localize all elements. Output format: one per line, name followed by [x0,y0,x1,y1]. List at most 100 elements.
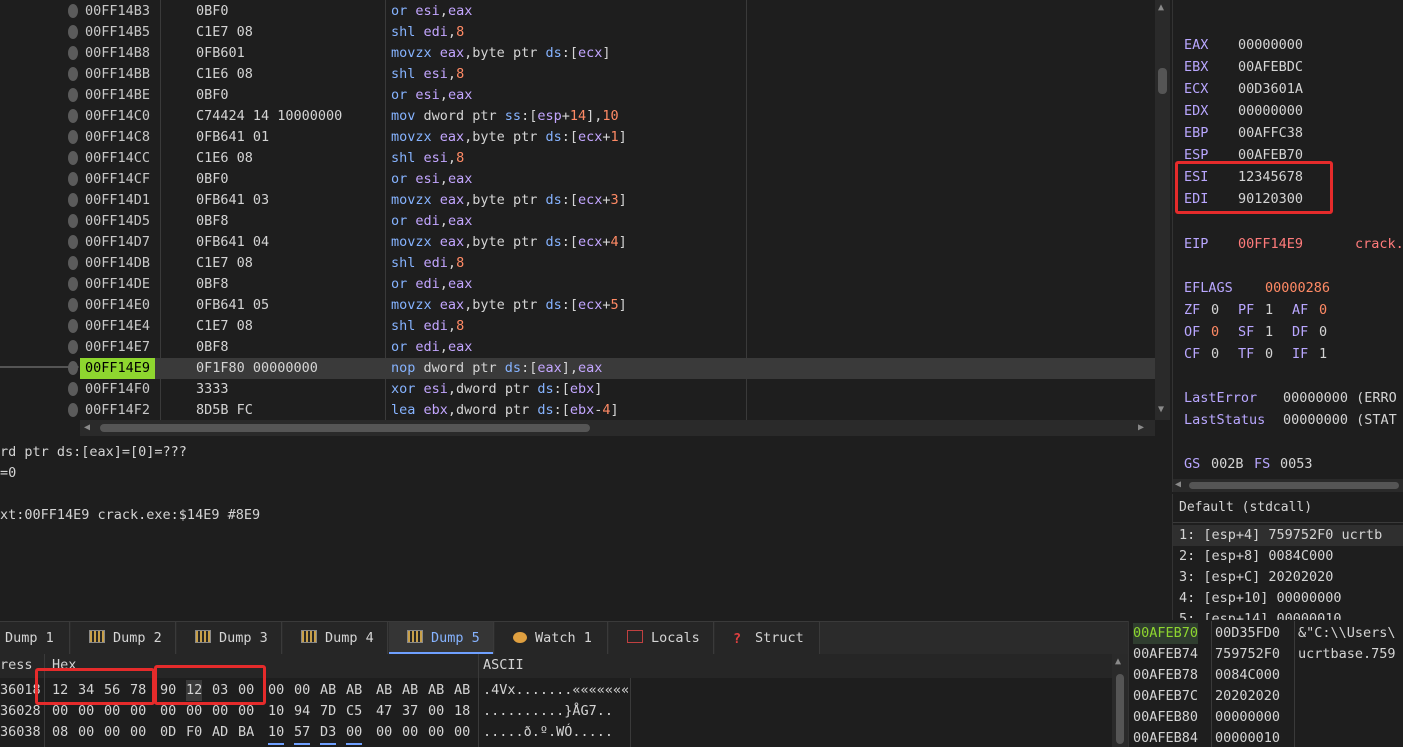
hex-byte[interactable]: AB [428,680,444,701]
register-value-eax[interactable]: 00000000 [1238,37,1303,53]
disasm-row[interactable]: 00FF14B5 C1E7 08 shl edi,8 [80,22,1155,43]
disasm-bytes[interactable]: 0BF8 [196,337,229,358]
hex-byte[interactable]: D3 [320,722,337,745]
hex-byte[interactable]: 10 [268,722,285,745]
stack-row[interactable]: 00AFEB74 759752F0 ucrtbase.759 [1129,644,1403,665]
hex-byte[interactable]: 00 [454,722,470,743]
disasm-address[interactable]: 00FF14CC [85,148,150,169]
disasm-address[interactable]: 00FF14E0 [85,295,150,316]
flag-value-sf[interactable]: 1 [1265,324,1273,340]
disasm-address[interactable]: 00FF14CF [85,169,150,190]
gs-value[interactable]: 002B [1211,456,1244,472]
disasm-address[interactable]: 00FF14C0 [85,106,150,127]
hex-byte[interactable]: 47 [376,701,392,722]
hex-byte[interactable]: 7D [320,701,336,722]
scroll-left-icon[interactable]: ◀ [1175,479,1181,490]
breakpoint-dot-icon[interactable] [68,151,78,165]
flag-value-af[interactable]: 0 [1319,302,1327,318]
disasm-instruction[interactable]: or esi,eax [391,169,472,190]
disasm-address[interactable]: 00FF14E4 [85,316,150,337]
fs-value[interactable]: 0053 [1280,456,1313,472]
disasm-row[interactable]: 00FF14BB C1E6 08 shl esi,8 [80,64,1155,85]
disasm-address[interactable]: 00FF14DB [85,253,150,274]
breakpoint-dot-icon[interactable] [68,382,78,396]
hex-byte[interactable]: 00 [130,722,146,743]
disasm-row[interactable]: 00FF14D7 0FB641 04 movzx eax,byte ptr ds:[… [80,232,1155,253]
hex-byte[interactable]: 00 [294,680,310,701]
stack-row[interactable]: 00AFEB78 0084C000 [1129,665,1403,686]
hex-byte[interactable]: 08 [52,722,68,743]
disasm-instruction[interactable]: movzx eax,byte ptr ds:[ecx] [391,43,611,64]
breakpoint-dot-icon[interactable] [68,235,78,249]
flag-value-cf[interactable]: 0 [1211,346,1219,362]
ascii-text[interactable]: .....ð.º.WÓ..... [483,722,613,743]
laststatus-value[interactable]: 00000000 (STAT [1283,412,1397,428]
lasterror-value[interactable]: 00000000 (ERRO [1283,390,1397,406]
scrollbar-thumb[interactable] [1116,674,1124,744]
disasm-address[interactable]: 00FF14D7 [85,232,150,253]
disasm-address[interactable]: 00FF14C8 [85,127,150,148]
hex-byte[interactable]: 00 [376,722,392,743]
hex-byte[interactable]: 00 [428,701,444,722]
breakpoint-dot-icon[interactable] [68,298,78,312]
hex-byte[interactable]: 00 [428,722,444,743]
disasm-instruction[interactable]: movzx eax,byte ptr ds:[ecx+4] [391,232,627,253]
flag-value-tf[interactable]: 0 [1265,346,1273,362]
hex-byte[interactable]: F0 [186,722,202,743]
hex-byte[interactable]: AD [212,722,228,743]
disasm-bytes[interactable]: 0FB641 03 [196,190,269,211]
disasm-instruction[interactable]: shl esi,8 [391,148,464,169]
disasm-address[interactable]: 00FF14D5 [85,211,150,232]
disasm-address[interactable]: 00FF14DE [85,274,150,295]
register-value-ebp[interactable]: 00AFFC38 [1238,125,1303,141]
disasm-address[interactable]: 00FF14BE [85,85,150,106]
registers-panel[interactable]: EAX 00000000 EBX 00AFEBDC ECX 00D3601A EDX 0000… [1172,0,1403,492]
call-arguments-panel[interactable]: Default (stdcall) 1: [esp+4] 759752F0 uc… [1172,494,1403,620]
disasm-instruction[interactable]: shl esi,8 [391,64,464,85]
call-argument-row[interactable]: 3: [esp+C] 20202020 [1173,567,1403,588]
disasm-row[interactable]: 00FF14CF 0BF0 or esi,eax [80,169,1155,190]
hex-byte[interactable]: 00 [78,722,94,743]
disasm-address[interactable]: 00FF14F0 [85,379,150,400]
disasm-row[interactable]: 00FF14BE 0BF0 or esi,eax [80,85,1155,106]
hex-byte[interactable]: 94 [294,701,310,722]
stack-address[interactable]: 00AFEB84 [1133,728,1198,747]
breakpoint-dot-icon[interactable] [68,172,78,186]
disasm-address[interactable]: 00FF14F2 [85,400,150,420]
register-value-ebx[interactable]: 00AFEBDC [1238,59,1303,75]
scrollbar-thumb[interactable] [100,424,590,432]
hex-byte[interactable]: 10 [268,701,284,722]
scroll-right-icon[interactable]: ▶ [1138,422,1144,433]
hex-byte[interactable]: 18 [454,701,470,722]
stack-row[interactable]: 00AFEB70 00D35FD0 &"C:\\Users\ [1129,623,1403,644]
call-argument-row[interactable]: 1: [esp+4] 759752F0 ucrtb [1173,525,1403,546]
disasm-address[interactable]: 00FF14B8 [85,43,150,64]
stack-address[interactable]: 00AFEB7C [1133,686,1198,707]
tab-dump-4[interactable]: Dump 4 [283,622,388,654]
hex-byte[interactable]: 00 [268,680,284,701]
breakpoint-dot-icon[interactable] [68,256,78,270]
tab-locals[interactable]: Locals [609,622,714,654]
registers-horizontal-scrollbar[interactable]: ◀ [1173,479,1403,492]
disasm-instruction[interactable]: or esi,eax [391,1,472,22]
breakpoint-dot-icon[interactable] [68,277,78,291]
disasm-row[interactable]: 00FF14DE 0BF8 or edi,eax [80,274,1155,295]
stack-value[interactable]: 00000010 [1215,728,1280,747]
disasm-address[interactable]: 00FF14E9 [80,358,156,379]
hex-byte[interactable]: AB [346,680,362,701]
ascii-text[interactable]: ..........}ÅG7.. [483,701,613,722]
disasm-instruction[interactable]: movzx eax,byte ptr ds:[ecx+3] [391,190,627,211]
hex-byte[interactable]: 00 [402,722,418,743]
disasm-instruction[interactable]: or edi,eax [391,337,472,358]
disasm-bytes[interactable]: 0BF0 [196,85,229,106]
ascii-column-header[interactable]: ASCII [483,657,524,673]
stack-address[interactable]: 00AFEB80 [1133,707,1198,728]
eflags-value[interactable]: 00000286 [1265,280,1330,296]
disasm-bytes[interactable]: C1E6 08 [196,148,253,169]
disasm-bytes[interactable]: 0FB641 04 [196,232,269,253]
breakpoint-dot-icon[interactable] [68,319,78,333]
hex-dump-view[interactable]: ress Hex ASCII 36018 12 34 56 78 90 12 03 00 00 00… [0,654,1128,747]
ascii-text[interactable]: .4Vx.......««««««« [483,680,629,701]
breakpoint-dot-icon[interactable] [68,46,78,60]
disasm-vertical-scrollbar[interactable]: ▲ ▼ [1155,0,1170,420]
